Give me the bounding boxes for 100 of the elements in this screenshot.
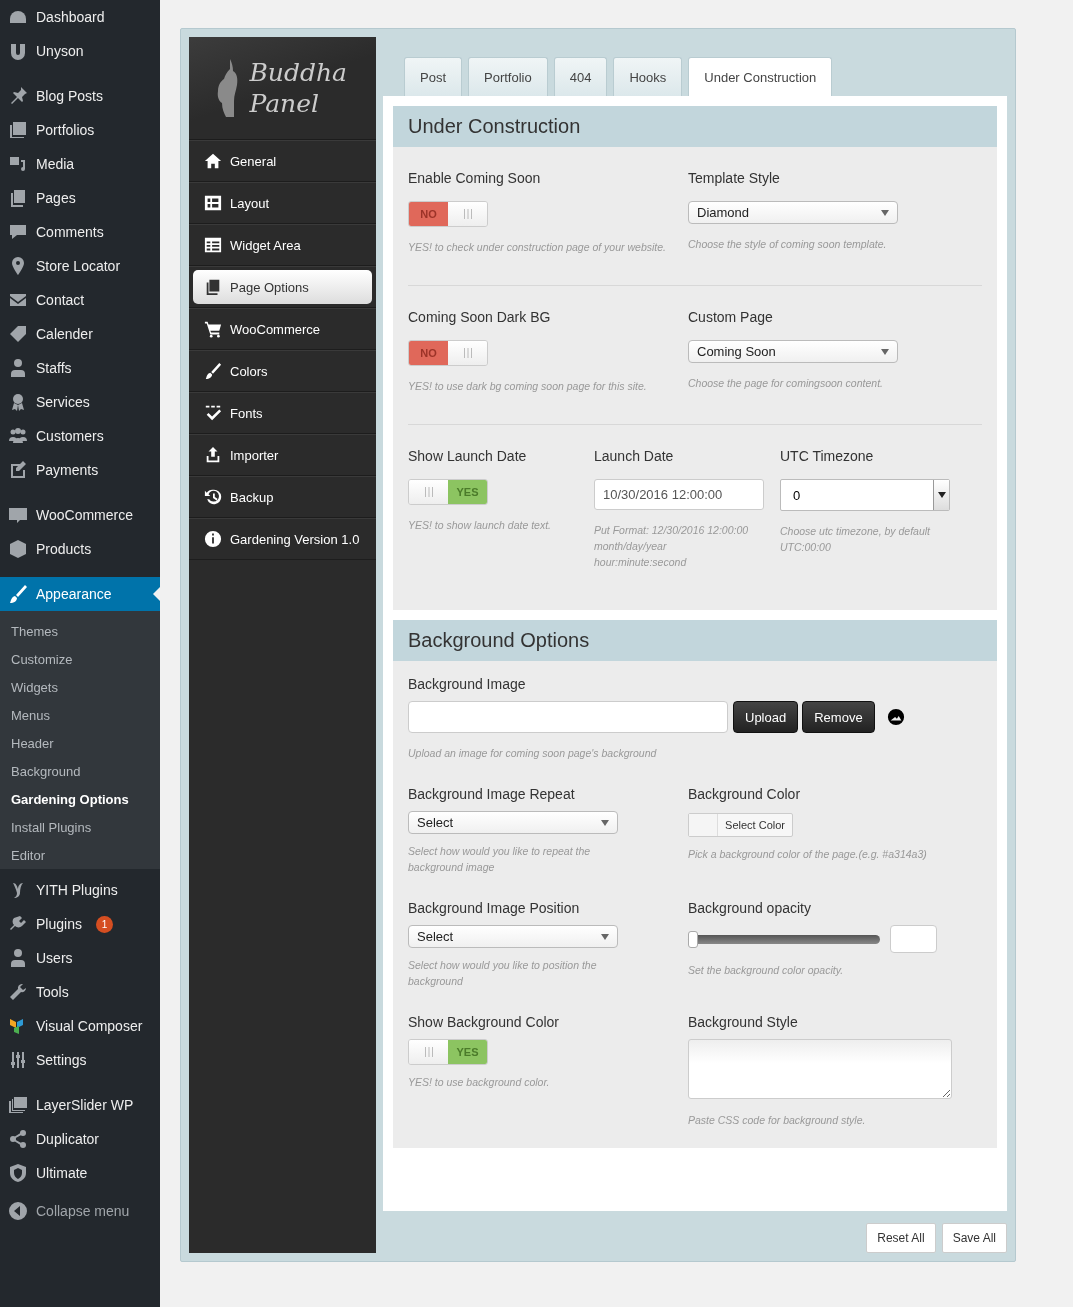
menu-item[interactable]: Services <box>0 385 160 419</box>
field-label: Template Style <box>688 169 781 187</box>
layout-icon <box>204 194 222 212</box>
nav-item[interactable]: General <box>189 141 376 181</box>
menu-item[interactable]: Calender <box>0 317 160 351</box>
url-input[interactable] <box>408 701 728 733</box>
submenu-item[interactable]: Gardening Options <box>0 785 160 813</box>
grip-icon <box>424 487 433 497</box>
menu-item[interactable]: Customers <box>0 419 160 453</box>
menu-item[interactable]: Tools <box>0 975 160 1009</box>
caret-icon <box>601 933 609 940</box>
nav-item[interactable]: Page Options <box>193 270 372 304</box>
menu-item[interactable]: YITH Plugins <box>0 873 160 907</box>
nav-item[interactable]: Fonts <box>189 393 376 433</box>
menu-item[interactable]: Visual Composer <box>0 1009 160 1043</box>
field-label: Enable Coming Soon <box>408 169 542 187</box>
menu-pointer <box>153 587 160 601</box>
button[interactable]: Upload <box>733 701 799 733</box>
media-icon <box>8 154 28 174</box>
help-text: Pick a background color of the page.(e.g. #a314a3) <box>688 847 928 862</box>
pages-icon <box>8 188 28 208</box>
people-icon <box>8 426 28 446</box>
paintbrush-icon <box>204 362 222 380</box>
menu-item[interactable]: Ultimate <box>0 1156 160 1190</box>
menu-item[interactable]: Products <box>0 532 160 566</box>
menu-item[interactable]: Users <box>0 941 160 975</box>
menu-item[interactable]: Store Locator <box>0 249 160 283</box>
menu-item[interactable]: Staffs <box>0 351 160 385</box>
nav-item[interactable]: Importer <box>189 435 376 475</box>
slider-thumb[interactable] <box>688 930 698 948</box>
cube-icon <box>8 539 28 559</box>
tab[interactable]: Portfolio <box>468 57 548 96</box>
field-label: UTC Timezone <box>780 447 875 465</box>
date-input[interactable]: 10/30/2016 12:00:00 <box>594 479 764 510</box>
menu-item[interactable]: Portfolios <box>0 113 160 147</box>
wrench-icon <box>8 982 28 1002</box>
menu-item[interactable]: Settings <box>0 1043 160 1077</box>
help-text: YES! to use dark bg coming soon page for this site. <box>408 379 648 394</box>
submenu-item[interactable]: Header <box>0 729 160 757</box>
caret-icon <box>601 819 609 826</box>
upload-icon <box>204 446 222 464</box>
slider[interactable] <box>688 930 880 948</box>
submenu-item[interactable]: Customize <box>0 645 160 673</box>
action-button[interactable]: Save All <box>941 1223 1007 1253</box>
help-text: Select how would you like to position the background <box>408 958 598 989</box>
button[interactable]: Remove <box>802 701 875 733</box>
menu-item[interactable]: Pages <box>0 181 160 215</box>
field-label: Show Launch Date <box>408 447 528 465</box>
value-input[interactable] <box>890 925 937 953</box>
caret-icon <box>937 492 946 498</box>
menu-item[interactable]: Appearance <box>0 577 160 611</box>
help-text: Choose the page for comingsoon content. <box>688 376 884 391</box>
dropdown[interactable]: Coming Soon <box>688 340 898 363</box>
menu-item[interactable]: Plugins 1 <box>0 907 160 941</box>
tab[interactable]: Hooks <box>613 57 683 96</box>
action-button[interactable]: Reset All <box>866 1223 936 1253</box>
nav-item[interactable]: Layout <box>189 183 376 223</box>
tab[interactable]: Under Construction <box>688 57 833 96</box>
table-icon <box>204 236 222 254</box>
timezone-dropdown[interactable]: 0 <box>780 479 950 511</box>
nav-item[interactable]: WooCommerce <box>189 309 376 349</box>
dropdown[interactable]: Select <box>408 925 618 948</box>
field-label: Background Style <box>688 1013 799 1031</box>
toggle-label: NO <box>409 341 448 365</box>
submenu-item[interactable]: Install Plugins <box>0 813 160 841</box>
submenu-item[interactable]: Editor <box>0 841 160 869</box>
menu-item[interactable]: Comments <box>0 215 160 249</box>
tab[interactable]: 404 <box>553 57 608 96</box>
submenu-item[interactable]: Background <box>0 757 160 785</box>
dropdown[interactable]: Diamond <box>688 201 898 224</box>
caret-icon <box>881 348 889 355</box>
dropdown[interactable]: Select <box>408 811 618 834</box>
logo-text: Buddha Panel <box>249 56 348 120</box>
css-textarea[interactable] <box>688 1039 952 1099</box>
bubble-icon <box>8 505 28 525</box>
tab[interactable]: Post <box>404 57 462 96</box>
caret-icon <box>881 209 889 216</box>
menu-item[interactable]: Payments <box>0 453 160 487</box>
field-label: Show Background Color <box>408 1013 560 1031</box>
submenu-item[interactable]: Widgets <box>0 673 160 701</box>
pages-icon <box>204 278 222 296</box>
toggle-label: YES <box>448 480 487 504</box>
menu-item[interactable]: Blog Posts <box>0 79 160 113</box>
u-shape-icon <box>8 41 28 61</box>
collapse-menu-button[interactable]: Collapse menu <box>0 1194 160 1228</box>
menu-item[interactable]: Contact <box>0 283 160 317</box>
nav-item[interactable]: Backup <box>189 477 376 517</box>
menu-item[interactable]: LayerSlider WP <box>0 1088 160 1122</box>
menu-item[interactable]: WooCommerce <box>0 498 160 532</box>
submenu-item[interactable]: Themes <box>0 617 160 645</box>
menu-item[interactable]: Unyson <box>0 34 160 68</box>
menu-item[interactable]: Media <box>0 147 160 181</box>
color-picker-button[interactable]: Select Color <box>688 813 793 837</box>
nav-item[interactable]: Widget Area <box>189 225 376 265</box>
menu-item[interactable]: Duplicator <box>0 1122 160 1156</box>
help-text: Choose utc timezone, by default UTC:00:00 <box>780 524 932 555</box>
menu-item[interactable]: Dashboard <box>0 0 160 34</box>
nav-item[interactable]: Gardening Version 1.0 <box>189 519 376 559</box>
nav-item[interactable]: Colors <box>189 351 376 391</box>
submenu-item[interactable]: Menus <box>0 701 160 729</box>
